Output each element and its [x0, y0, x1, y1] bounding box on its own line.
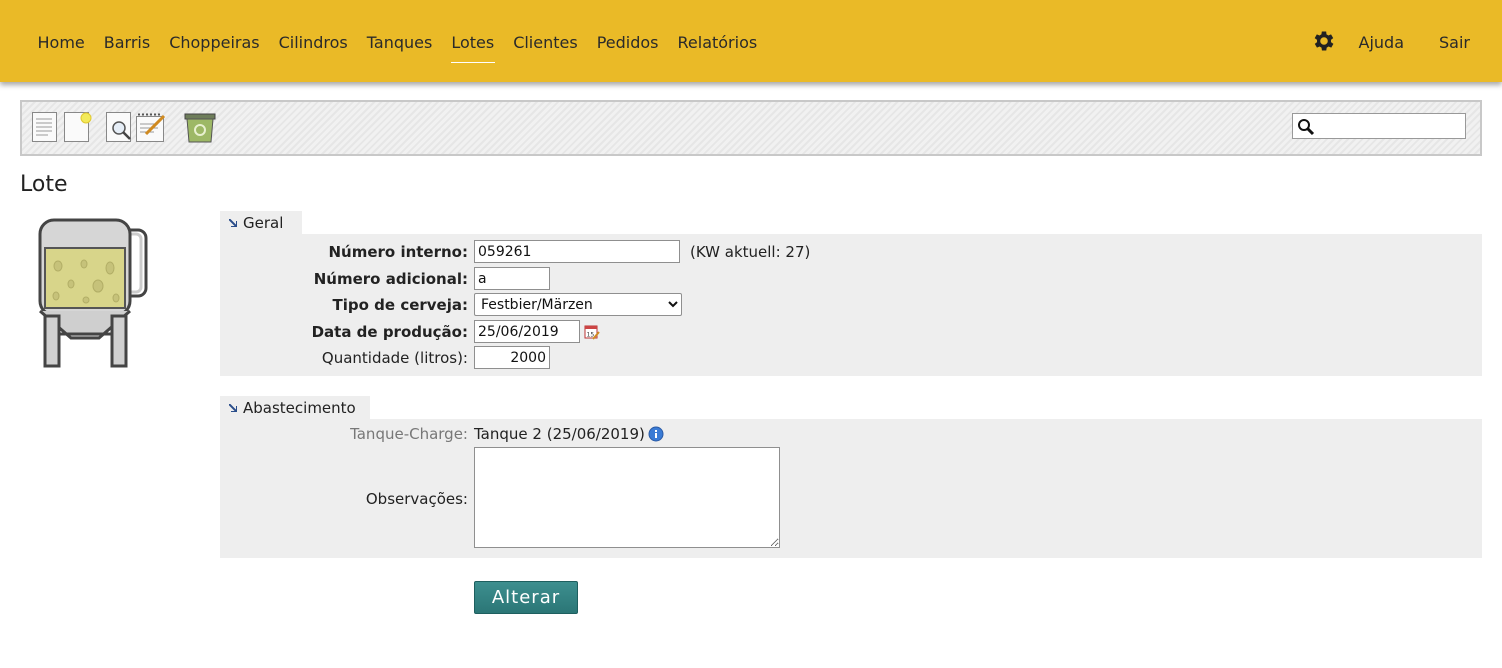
top-navigation-bar: Home Barris Choppeiras Cilindros Tanques…	[0, 0, 1502, 82]
tanque-charge-label: Tanque-Charge:	[350, 425, 468, 443]
numero-adicional-input[interactable]	[474, 267, 550, 290]
abastecimento-legend[interactable]: Abastecimento	[220, 396, 370, 420]
collapse-arrow-icon	[229, 219, 237, 227]
nav-barris[interactable]: Barris	[94, 0, 159, 82]
numero-interno-input[interactable]	[474, 240, 680, 263]
tipo-cerveja-row: Tipo de cerveja: Festbier/Märzen	[220, 293, 1482, 317]
new-document-icon[interactable]	[64, 112, 94, 143]
fermentation-tank-icon	[38, 218, 148, 368]
kw-note: (KW aktuell: 27)	[690, 243, 811, 261]
quantidade-label: Quantidade (litros):	[321, 349, 468, 367]
abastecimento-section: Tanque-Charge: Tanque 2 (25/06/2019) Obs…	[220, 419, 1482, 558]
search-document-icon[interactable]	[106, 112, 134, 143]
main-nav: Home Barris Choppeiras Cilindros Tanques…	[28, 0, 767, 82]
observacoes-label: Observações:	[365, 490, 468, 508]
nav-ajuda[interactable]: Ajuda	[1359, 0, 1405, 82]
tipo-cerveja-select[interactable]: Festbier/Märzen	[474, 293, 682, 316]
numero-interno-row: Número interno: (KW aktuell: 27)	[220, 240, 1482, 264]
alterar-button[interactable]: Alterar	[474, 581, 578, 614]
toolbar	[20, 100, 1482, 156]
calendar-icon[interactable]: 15	[584, 324, 600, 340]
search-icon	[1298, 119, 1315, 136]
nav-sair[interactable]: Sair	[1439, 0, 1470, 82]
recycle-bin-icon[interactable]	[184, 112, 216, 143]
page-title: Lote	[20, 172, 68, 197]
collapse-arrow-icon	[229, 404, 237, 412]
nav-lotes[interactable]: Lotes	[442, 0, 504, 82]
geral-section: Número interno: (KW aktuell: 27) Número …	[220, 234, 1482, 376]
nav-right: Ajuda Sair	[1311, 0, 1470, 82]
nav-clientes[interactable]: Clientes	[504, 0, 588, 82]
nav-home[interactable]: Home	[28, 0, 94, 82]
info-icon[interactable]	[648, 426, 664, 442]
search-input[interactable]	[1319, 116, 1463, 138]
data-producao-row: Data de produção: 15	[220, 320, 1482, 344]
tipo-cerveja-label: Tipo de cerveja:	[332, 296, 468, 314]
nav-cilindros[interactable]: Cilindros	[269, 0, 357, 82]
data-producao-input[interactable]	[474, 320, 580, 343]
abastecimento-legend-label: Abastecimento	[243, 399, 356, 417]
numero-adicional-label: Número adicional:	[313, 270, 468, 288]
tanque-charge-value: Tanque 2 (25/06/2019)	[474, 425, 645, 443]
tanque-charge-row: Tanque-Charge: Tanque 2 (25/06/2019)	[220, 422, 1482, 446]
data-producao-label: Data de produção:	[311, 323, 468, 341]
search-box	[1292, 113, 1466, 139]
nav-relatorios[interactable]: Relatórios	[668, 0, 767, 82]
observacoes-row: Observações:	[220, 447, 1482, 548]
nav-tanques[interactable]: Tanques	[357, 0, 442, 82]
gear-icon[interactable]	[1311, 28, 1337, 54]
numero-interno-label: Número interno:	[328, 243, 468, 261]
nav-pedidos[interactable]: Pedidos	[587, 0, 668, 82]
quantidade-input[interactable]	[474, 346, 550, 369]
nav-choppeiras[interactable]: Choppeiras	[160, 0, 269, 82]
list-icon[interactable]	[32, 112, 58, 143]
edit-icon[interactable]	[136, 112, 168, 143]
numero-adicional-row: Número adicional:	[220, 267, 1482, 291]
geral-legend[interactable]: Geral	[220, 211, 302, 235]
quantidade-row: Quantidade (litros):	[220, 346, 1482, 370]
geral-legend-label: Geral	[243, 214, 284, 232]
observacoes-textarea[interactable]	[474, 447, 780, 548]
